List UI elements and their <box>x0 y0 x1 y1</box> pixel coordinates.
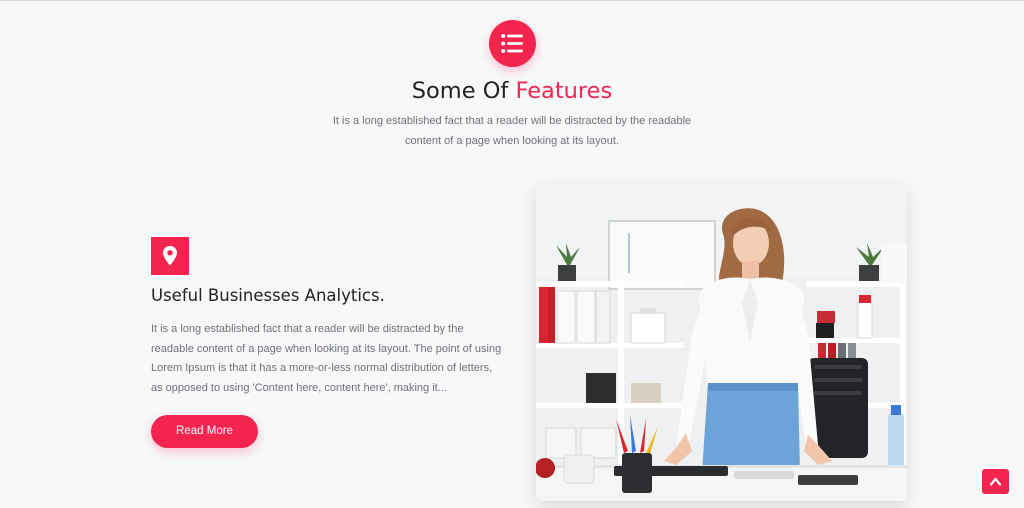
feature-text-line: Lorem Ipsum is that it has a more-or-les… <box>151 362 493 374</box>
section-subtitle: It is a long established fact that a rea… <box>312 112 712 151</box>
features-section: Some Of Features It is a long establishe… <box>0 0 1024 508</box>
feature-description: It is a long established fact that a rea… <box>151 320 501 398</box>
subtitle-line: It is a long established fact that a rea… <box>332 115 692 127</box>
woman-at-office-desk-photo <box>536 183 907 501</box>
feature-text-line: readable content of a page when looking … <box>151 342 502 355</box>
list-icon <box>489 20 536 67</box>
feature-title: Useful Businesses Analytics. <box>151 286 385 305</box>
map-pin-icon <box>151 237 189 275</box>
chevron-up-icon <box>990 477 1001 486</box>
section-title-main: Some Of <box>411 78 516 104</box>
read-more-button[interactable]: Read More <box>151 415 258 448</box>
section-title-accent: Features <box>515 78 613 104</box>
top-divider <box>0 0 1024 1</box>
feature-text-line: as opposed to using 'Content here, conte… <box>151 381 447 394</box>
feature-text-line: It is a long established fact that a rea… <box>151 323 464 335</box>
back-to-top-button[interactable] <box>982 469 1009 494</box>
subtitle-line: content of a page when looking at its la… <box>404 134 620 147</box>
section-title: Some Of Features <box>0 78 1024 104</box>
